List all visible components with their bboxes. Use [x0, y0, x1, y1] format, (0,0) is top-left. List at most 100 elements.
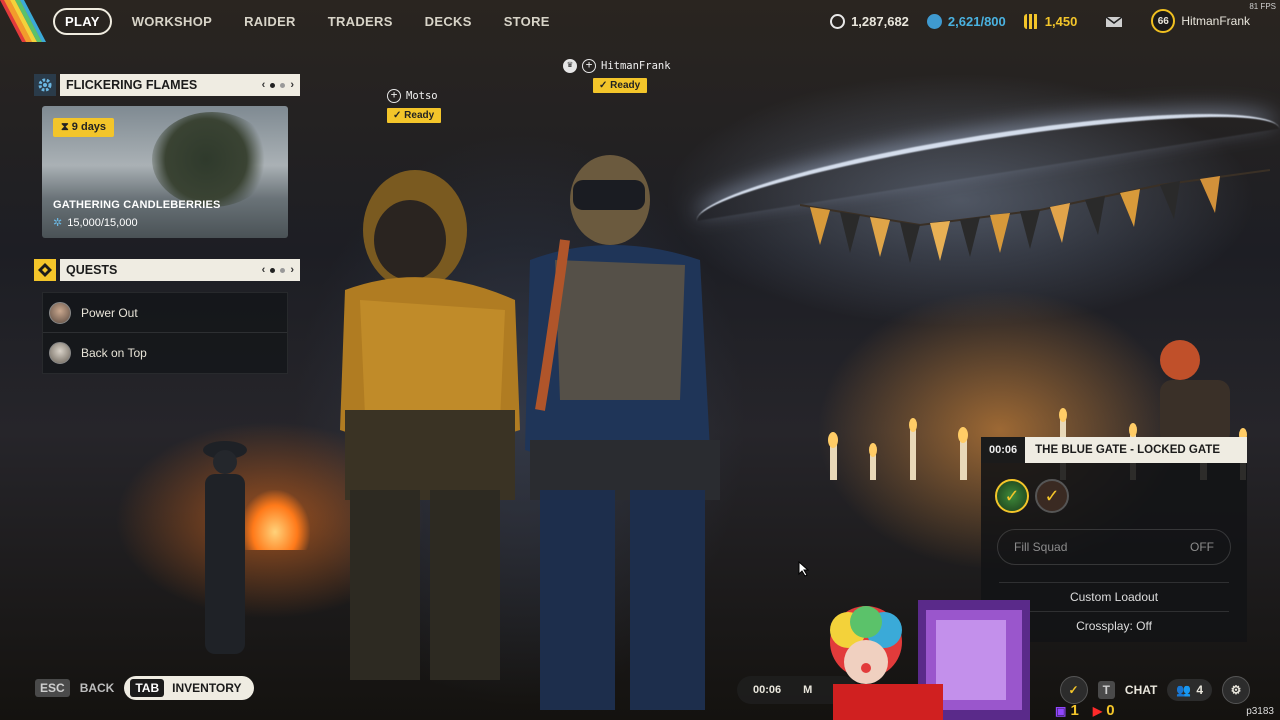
- user-id-label: p3183: [1246, 706, 1274, 717]
- streamer-webcam-overlay: [830, 600, 1030, 720]
- people-icon: 👥: [1176, 683, 1192, 697]
- nav-store[interactable]: STORE: [488, 14, 566, 29]
- event-progress-value: 15,000/15,000: [67, 216, 138, 229]
- bunting-decoration: [800, 169, 1270, 263]
- event-days-badge: ⧗ 9 days: [53, 118, 115, 137]
- background-npc: [1160, 340, 1230, 445]
- credits-value: 1,450: [1044, 13, 1078, 29]
- gear-icon: [34, 74, 56, 96]
- credits-display[interactable]: 1,450: [1023, 13, 1078, 29]
- credit-icon: [1023, 13, 1039, 29]
- youtube-count: 0: [1106, 702, 1115, 719]
- fire-barrel: [240, 490, 310, 550]
- squad-leader-icon[interactable]: ✓: [995, 479, 1029, 513]
- nav-traders[interactable]: TRADERS: [312, 14, 409, 29]
- squad-count-value: 4: [1196, 683, 1203, 697]
- nav-decks[interactable]: DECKS: [409, 14, 488, 29]
- tokens-value: 2,621/800: [947, 13, 1006, 29]
- next-arrow-icon[interactable]: ›: [290, 264, 294, 276]
- raider-character-blue: [525, 155, 720, 710]
- youtube-viewers: ▶ 0: [1093, 702, 1115, 719]
- pager-dot: [280, 267, 286, 273]
- quest-label: Back on Top: [81, 346, 147, 360]
- event-progress: ✲ 15,000/15,000: [53, 216, 138, 230]
- fps-counter: 81 FPS: [1249, 2, 1276, 11]
- custom-loadout-button[interactable]: Custom Loadout: [999, 582, 1229, 604]
- event-pager: ‹ ›: [262, 79, 294, 91]
- main-nav: PLAY WORKSHOP RAIDER TRADERS DECKS STORE: [53, 7, 566, 35]
- matchmaking-timer: 00:06: [981, 437, 1026, 463]
- ready-check-icon[interactable]: ✓: [1059, 676, 1088, 704]
- quest-giver-avatar: [49, 342, 71, 364]
- twitch-count: 1: [1070, 702, 1079, 719]
- ready-label: Ready: [404, 110, 435, 121]
- next-arrow-icon[interactable]: ›: [290, 79, 294, 91]
- esc-key: ESC: [35, 679, 70, 697]
- coins-value: 1,287,682: [851, 13, 909, 29]
- profile-display[interactable]: 66 HitmanFrank: [1151, 9, 1250, 33]
- player-name-row: ♛ + HitmanFrank: [563, 59, 671, 73]
- twitch-viewers: ▣ 1: [1055, 702, 1079, 719]
- mail-icon[interactable]: [1105, 14, 1123, 28]
- tokens-display[interactable]: 2,621/800: [926, 13, 1006, 29]
- event-card[interactable]: ⧗ 9 days GATHERING CANDLEBERRIES ✲ 15,00…: [42, 106, 288, 238]
- youtube-icon: ▶: [1092, 704, 1103, 718]
- add-friend-icon[interactable]: +: [387, 89, 401, 103]
- inventory-label: INVENTORY: [172, 681, 242, 695]
- ready-check-icon[interactable]: ✓: [1035, 479, 1069, 513]
- back-button[interactable]: BACK: [80, 681, 115, 695]
- token-icon: [926, 13, 942, 29]
- coins-display[interactable]: 1,287,682: [830, 13, 909, 29]
- squad-members-button[interactable]: 👥 4: [1167, 679, 1212, 701]
- chat-key: T: [1097, 681, 1115, 699]
- game-logo-stripes: [0, 0, 46, 42]
- quest-item[interactable]: Power Out: [43, 293, 287, 333]
- nav-raider[interactable]: RAIDER: [228, 14, 312, 29]
- quest-list: Power Out Back on Top: [42, 292, 288, 374]
- gear-icon: ✲: [53, 217, 63, 229]
- pager-dot: [280, 82, 286, 88]
- mouse-cursor-icon: [798, 561, 810, 577]
- squad-header: 00:06 THE BLUE GATE - LOCKED GATE: [981, 437, 1247, 463]
- ceiling-light: [690, 89, 1280, 221]
- pager-dot: [270, 82, 276, 88]
- player-tag-hitmanfrank: ♛ + HitmanFrank ✓ Ready: [563, 59, 671, 93]
- quests-title: QUESTS: [66, 263, 118, 277]
- top-nav-bar: PLAY WORKSHOP RAIDER TRADERS DECKS STORE…: [0, 0, 1280, 42]
- fill-squad-toggle[interactable]: Fill Squad OFF: [997, 529, 1231, 565]
- inventory-button[interactable]: TAB INVENTORY: [124, 676, 254, 700]
- nav-play[interactable]: PLAY: [53, 7, 112, 35]
- event-title: FLICKERING FLAMES: [66, 78, 198, 92]
- chat-button[interactable]: CHAT: [1125, 683, 1157, 697]
- tab-key: TAB: [130, 679, 165, 697]
- player-name-row: + Motso: [387, 89, 438, 103]
- username: HitmanFrank: [1181, 14, 1250, 28]
- bottom-right-controls: ✓ T CHAT 👥 4 ⚙: [1059, 676, 1250, 704]
- quest-item[interactable]: Back on Top: [43, 333, 287, 373]
- map-title: THE BLUE GATE - LOCKED GATE: [1035, 444, 1220, 456]
- settings-gear-icon[interactable]: ⚙: [1222, 676, 1250, 704]
- prev-arrow-icon[interactable]: ‹: [262, 264, 266, 276]
- quest-label: Power Out: [81, 305, 138, 320]
- fill-squad-value: OFF: [1190, 540, 1214, 554]
- currency-bar: 1,287,682 2,621/800 1,450 66 HitmanFrank: [830, 0, 1250, 42]
- player-level-badge: 66: [1151, 9, 1176, 33]
- crossplay-button[interactable]: Crossplay: Off: [999, 611, 1229, 633]
- ready-badge: ✓ Ready: [387, 108, 442, 123]
- fill-squad-label: Fill Squad: [1014, 540, 1068, 554]
- quest-giver-avatar: [49, 301, 71, 324]
- background-figure: [203, 441, 247, 654]
- stream-stats: ▣ 1 ▶ 0: [1055, 702, 1115, 719]
- add-friend-icon[interactable]: +: [582, 59, 596, 73]
- nav-workshop[interactable]: WORKSHOP: [116, 14, 228, 29]
- player-tag-motso: + Motso ✓ Ready: [387, 89, 442, 123]
- bottom-left-controls: ESC BACK TAB INVENTORY: [35, 676, 254, 700]
- pager-dot: [270, 267, 276, 273]
- player-name: HitmanFrank: [601, 60, 671, 72]
- prev-arrow-icon[interactable]: ‹: [262, 79, 266, 91]
- ready-label: Ready: [610, 80, 641, 91]
- crown-icon: ♛: [563, 59, 577, 73]
- event-title-bar: FLICKERING FLAMES ‹ ›: [60, 74, 300, 96]
- twitch-icon: ▣: [1055, 704, 1067, 718]
- coin-icon: [830, 13, 846, 29]
